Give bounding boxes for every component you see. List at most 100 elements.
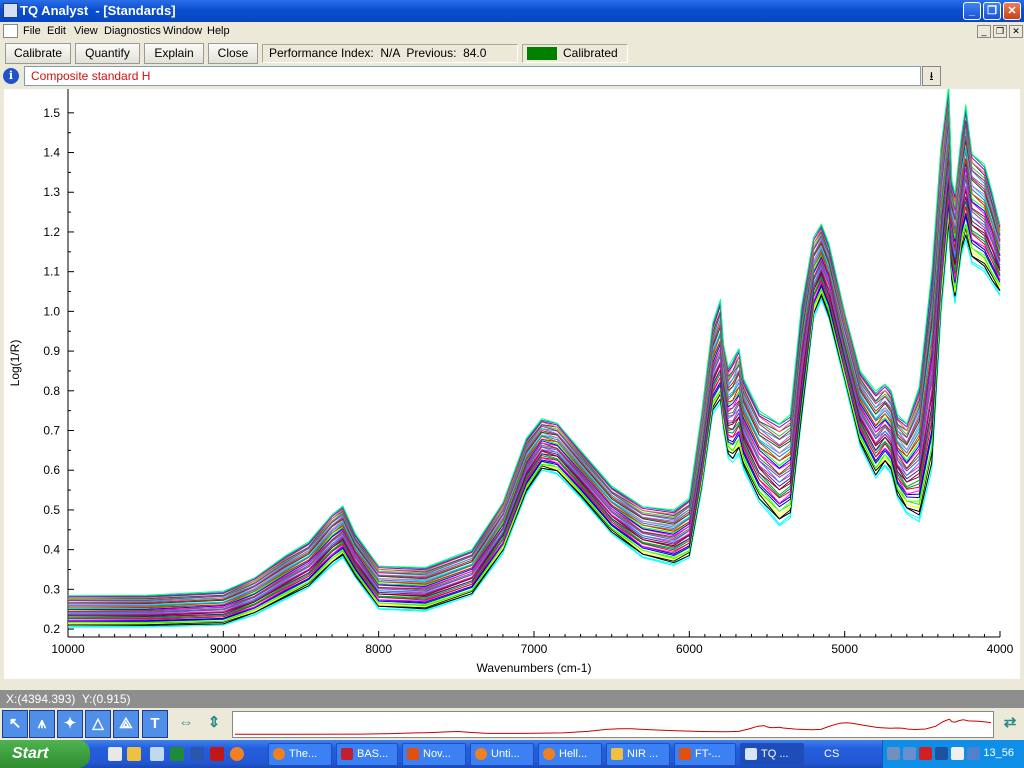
excel-icon[interactable] bbox=[170, 747, 184, 761]
spectra-chart[interactable]: 1.5 1.4 1.3 1.2 1.1 1.0 0.9 0.8 0.7 0.6 0.5 0.4 0.3 0… bbox=[4, 84, 1020, 679]
info-icon[interactable]: i bbox=[3, 68, 19, 84]
x-axis-label: Wavenumbers (cm-1) bbox=[477, 661, 592, 675]
task-item[interactable]: FT-... bbox=[674, 743, 736, 766]
close-window-button[interactable]: ✕ bbox=[1003, 2, 1021, 20]
start-button[interactable]: Start bbox=[0, 740, 90, 768]
menu-bar: File Edit View Diagnostics Window Help _… bbox=[0, 22, 1024, 41]
task-label: TQ ... bbox=[761, 748, 789, 760]
dropdown-arrow-icon[interactable]: ⭳ bbox=[922, 66, 941, 86]
y-tick-label: 0.7 bbox=[43, 424, 60, 438]
folder-icon[interactable] bbox=[127, 747, 141, 761]
task-item[interactable]: BAS... bbox=[336, 743, 398, 766]
y-tick-label: 0.3 bbox=[43, 582, 60, 596]
text-tool-icon[interactable]: T bbox=[142, 710, 168, 738]
y-tick-label: 1.0 bbox=[43, 304, 60, 318]
y-tick-label: 0.5 bbox=[43, 503, 60, 517]
network-tray-icon[interactable] bbox=[903, 747, 916, 760]
standard-combo[interactable]: Composite standard H bbox=[24, 66, 921, 86]
menu-diagnostics[interactable]: Diagnostics bbox=[104, 25, 161, 37]
flag-icon bbox=[341, 748, 353, 760]
standard-selector-row: i Composite standard H ⭳ bbox=[0, 65, 1024, 87]
volume-tray-icon[interactable] bbox=[967, 747, 980, 760]
task-item[interactable]: The... bbox=[268, 743, 332, 766]
mdi-restore-icon[interactable]: ❐ bbox=[993, 25, 1007, 38]
spectrum-line bbox=[67, 91, 1001, 598]
ve-tray-icon[interactable] bbox=[951, 747, 964, 760]
task-item[interactable]: Hell... bbox=[538, 743, 602, 766]
tray-arrow-icon[interactable] bbox=[887, 747, 900, 760]
y-tick-label: 1.2 bbox=[43, 225, 60, 239]
peak-tool-icon[interactable]: ⩚ bbox=[29, 710, 55, 738]
spectrum-line bbox=[67, 121, 1001, 604]
spectra-plot[interactable]: 1.5 1.4 1.3 1.2 1.1 1.0 0.9 0.8 0.7 0.6 0.5 0.4 0.3 0… bbox=[4, 84, 1020, 679]
quantify-button[interactable]: Quantify bbox=[75, 43, 140, 64]
x-tick-label: 4000 bbox=[987, 642, 1014, 656]
powerpoint-icon bbox=[407, 748, 419, 760]
firefox-icon bbox=[273, 748, 285, 760]
menu-help[interactable]: Help bbox=[207, 25, 230, 37]
close-button[interactable]: Close bbox=[208, 43, 258, 64]
window-title: TQ Analyst - [Standards] bbox=[20, 3, 176, 18]
ati-tray-icon[interactable] bbox=[919, 747, 932, 760]
x-tick-label: 5000 bbox=[831, 642, 858, 656]
acrobat-icon[interactable] bbox=[210, 747, 224, 761]
mdi-close-icon[interactable]: ✕ bbox=[1009, 25, 1023, 38]
maximize-button[interactable]: ❐ bbox=[983, 2, 1001, 20]
task-label: FT-... bbox=[695, 748, 721, 760]
document-system-icon[interactable] bbox=[3, 24, 18, 38]
spectrum-line bbox=[67, 102, 1001, 600]
firefox-icon[interactable] bbox=[230, 747, 244, 761]
y-axis-label: Log(1/R) bbox=[8, 340, 22, 387]
x-tick-label: 8000 bbox=[365, 642, 392, 656]
y-tick-label: 0.9 bbox=[43, 344, 60, 358]
spectrum-line bbox=[67, 95, 1001, 599]
start-label: Start bbox=[12, 745, 49, 762]
cursor-readout: X:(4394.393) Y:(0.915) bbox=[0, 690, 1024, 708]
spectrum-line bbox=[67, 128, 1001, 606]
firefox-icon bbox=[475, 748, 487, 760]
firefox-icon bbox=[543, 748, 555, 760]
task-item[interactable]: Unti... bbox=[470, 743, 534, 766]
mdi-minimize-icon[interactable]: _ bbox=[977, 25, 991, 38]
y-tick-label: 0.8 bbox=[43, 384, 60, 398]
menu-view[interactable]: View bbox=[74, 25, 98, 37]
spectrum-line bbox=[68, 117, 1001, 604]
explain-button[interactable]: Explain bbox=[144, 43, 204, 64]
spectrum-line bbox=[67, 106, 1001, 601]
performance-index: Performance Index: N/A Previous: 84.0 bbox=[262, 44, 518, 63]
language-indicator[interactable]: CS bbox=[824, 748, 839, 760]
y-tick-label: 0.2 bbox=[43, 622, 60, 636]
y-tick-label: 1.1 bbox=[43, 265, 60, 279]
task-item[interactable]: Nov... bbox=[402, 743, 466, 766]
menu-file[interactable]: File bbox=[23, 25, 41, 37]
scroll-arrows-icon[interactable]: ⇄ bbox=[997, 710, 1023, 738]
overview-minimap[interactable] bbox=[232, 711, 994, 738]
spectrum-line bbox=[67, 113, 1001, 603]
y-tick-label: 1.3 bbox=[43, 185, 60, 199]
powerpoint-icon bbox=[679, 748, 691, 760]
calibrate-button[interactable]: Calibrate bbox=[5, 43, 71, 64]
calibration-status-label: Calibrated bbox=[563, 46, 618, 60]
minimize-button[interactable]: _ bbox=[963, 2, 981, 20]
menu-window[interactable]: Window bbox=[163, 25, 202, 37]
expand-vertical-icon[interactable]: ⇕ bbox=[201, 710, 227, 738]
show-desktop-icon[interactable] bbox=[108, 747, 122, 761]
security-tray-icon[interactable] bbox=[935, 747, 948, 760]
minimap-spectrum-line bbox=[235, 718, 992, 735]
pointer-tool-icon[interactable]: ↖ bbox=[2, 710, 28, 738]
peak-marker-tool-icon[interactable]: ✦ bbox=[57, 710, 83, 738]
task-item[interactable]: NIR ... bbox=[606, 743, 670, 766]
network-icon[interactable] bbox=[150, 747, 164, 761]
task-item-active[interactable]: TQ ... bbox=[740, 743, 804, 766]
word-icon[interactable] bbox=[190, 747, 204, 761]
calibration-status: Calibrated bbox=[522, 44, 628, 63]
title-bar: TQ Analyst - [Standards] _ ❐ ✕ bbox=[0, 0, 1024, 22]
app-icon[interactable] bbox=[3, 3, 18, 18]
spectrum-line bbox=[67, 124, 1001, 606]
area-tool-icon[interactable]: △ bbox=[85, 710, 111, 738]
y-tick-label: 1.5 bbox=[43, 106, 60, 120]
expand-horizontal-icon[interactable]: ⇔ bbox=[173, 710, 199, 738]
baseline-area-tool-icon[interactable]: ⟁ bbox=[113, 710, 139, 738]
spectrum-line bbox=[67, 99, 1001, 600]
menu-edit[interactable]: Edit bbox=[47, 25, 66, 37]
